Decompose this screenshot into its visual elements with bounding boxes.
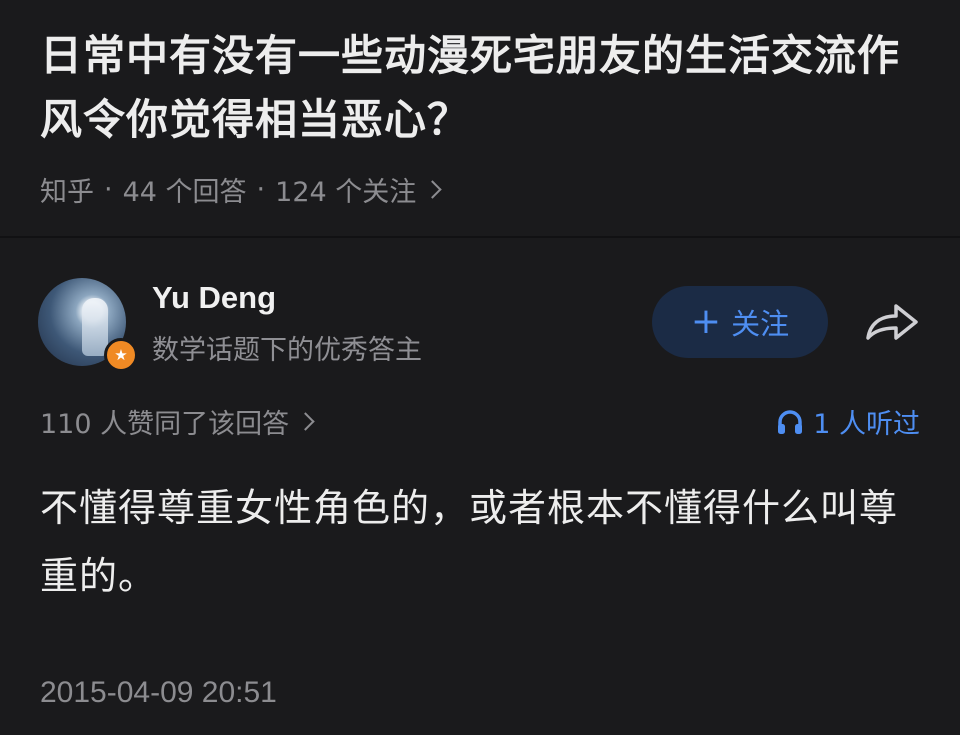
follow-button[interactable]: + 关注: [652, 286, 828, 358]
share-arrow-icon[interactable]: [862, 298, 922, 346]
avatar-figure: [82, 298, 108, 356]
chevron-right-icon: [423, 180, 442, 199]
follow-label: 关注: [731, 307, 790, 341]
answers-count: 44 个回答: [122, 177, 247, 208]
plus-icon: +: [690, 301, 722, 342]
author-name[interactable]: Yu Deng: [152, 280, 276, 316]
meta-separator: ·: [104, 174, 113, 205]
votes-link[interactable]: 110 人赞同了该回答: [40, 402, 315, 441]
listen-link[interactable]: 1 人听过: [775, 402, 920, 441]
answer-content: 不懂得尊重女性角色的，或者根本不懂得什么叫尊重的。: [40, 486, 899, 598]
meta-separator: ·: [256, 174, 266, 205]
question-header: 日常中有没有一些动漫死宅朋友的生活交流作风令你觉得相当恶心？ 知乎 · 44 个…: [40, 24, 920, 209]
followers-count: 124 个关注: [275, 177, 417, 208]
answer-stats: 110 人赞同了该回答 1 人听过: [40, 400, 920, 444]
author-description: 数学话题下的优秀答主: [152, 335, 422, 366]
author-row: ★ Yu Deng 数学话题下的优秀答主 + 关注: [38, 278, 922, 372]
question-title[interactable]: 日常中有没有一些动漫死宅朋友的生活交流作风令你觉得相当恶心？: [40, 24, 920, 152]
votes-text: 110 人赞同了该回答: [40, 409, 290, 440]
source-label: 知乎: [40, 177, 94, 208]
answer-timestamp: 2015-04-09 20:51: [40, 676, 277, 709]
listen-text: 1 人听过: [813, 409, 920, 440]
headphones-icon: [778, 409, 803, 434]
question-meta[interactable]: 知乎 · 44 个回答 · 124 个关注: [40, 170, 920, 209]
chevron-right-icon: [296, 412, 315, 431]
section-divider: [0, 236, 960, 238]
star-badge-icon: ★: [104, 338, 138, 372]
